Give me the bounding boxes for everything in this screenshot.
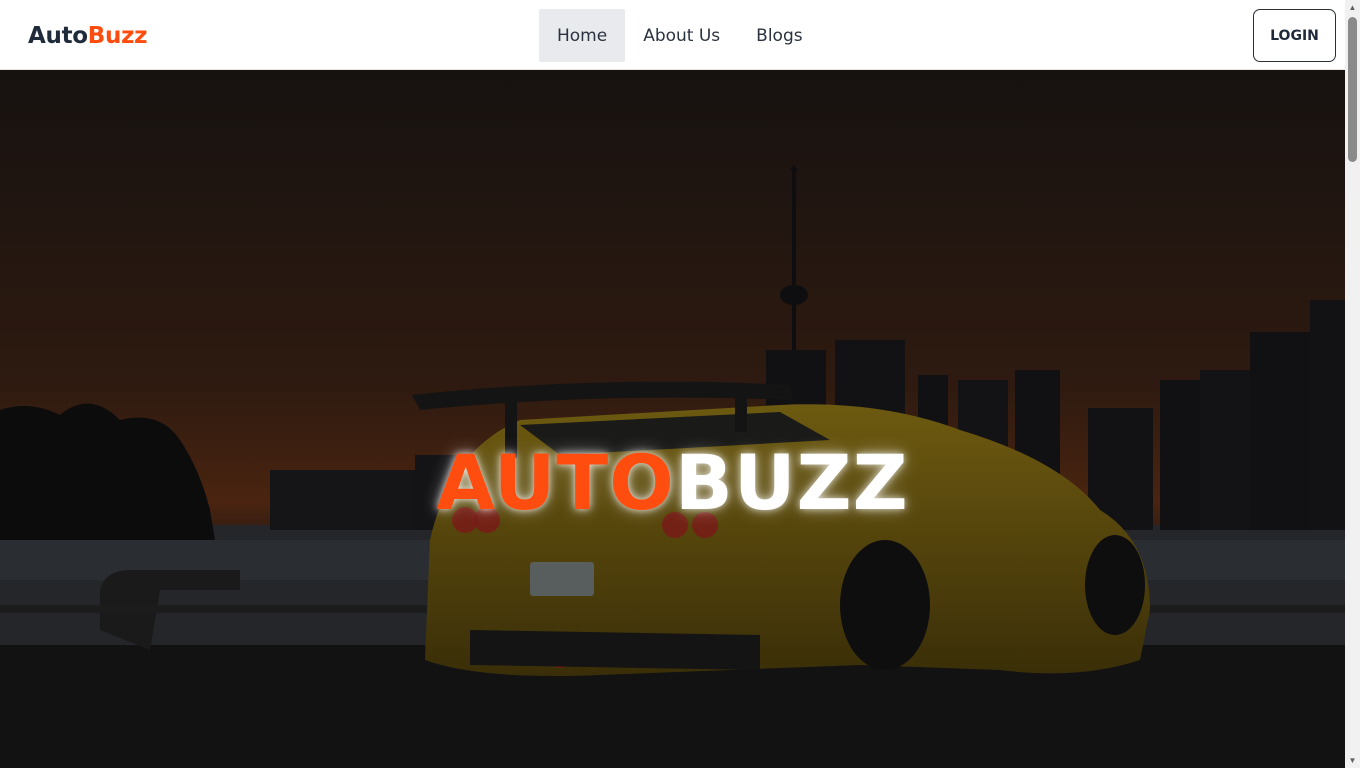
nav-item-about-us[interactable]: About Us [625,9,738,62]
page-scrollbar[interactable]: ▲ ▼ [1345,0,1360,768]
hero-section: AUTOBUZZ [0,70,1345,768]
brand-logo[interactable]: AutoBuzz [28,22,148,50]
triangle-down-icon[interactable]: ▼ [1345,753,1360,768]
main-nav: Home About Us Blogs [539,9,821,62]
hero-title: AUTOBUZZ [0,438,1345,528]
login-button[interactable]: LOGIN [1253,9,1336,62]
triangle-up-icon[interactable]: ▲ [1345,0,1360,15]
brand-part-auto: Auto [28,23,88,49]
scrollbar-thumb[interactable] [1348,17,1357,162]
hero-title-auto: AUTO [436,438,675,527]
brand-part-buzz: Buzz [87,23,148,49]
hero-title-buzz: BUZZ [674,438,909,527]
navbar: AutoBuzz Home About Us Blogs LOGIN [0,0,1345,70]
nav-item-home[interactable]: Home [539,9,626,62]
nav-item-blogs[interactable]: Blogs [738,9,820,62]
hero-background-image [0,70,1345,768]
